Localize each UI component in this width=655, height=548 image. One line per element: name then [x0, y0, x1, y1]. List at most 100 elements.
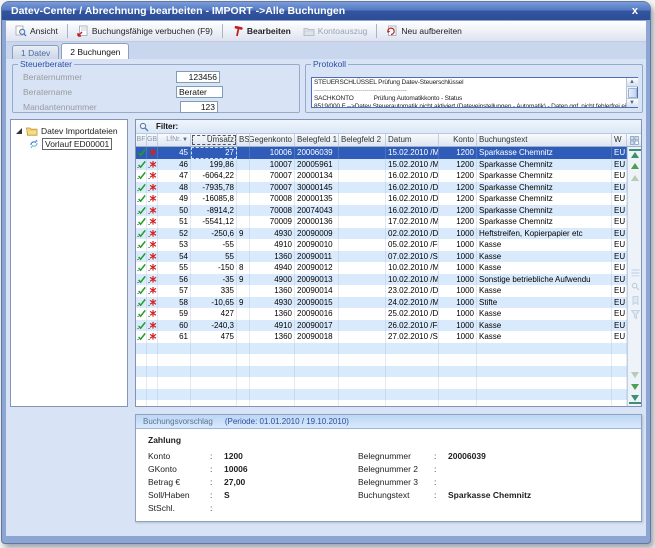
scroll-to-top-icon[interactable]	[629, 149, 641, 159]
cell-datum[interactable]: 24.02.2010 /Mi	[386, 297, 439, 309]
cell-belegfeld1[interactable]: 30000145	[295, 182, 339, 194]
cell-umsatz[interactable]: -150	[191, 262, 237, 274]
table-row[interactable]: 53-5549102009001005.02.2010 /Fr1000Kasse…	[136, 239, 627, 251]
cell-konto[interactable]: 1000	[439, 239, 477, 251]
cell-belegfeld1[interactable]: 20005961	[295, 159, 339, 171]
expander-icon[interactable]	[15, 127, 23, 135]
cell-lfnr[interactable]: 56	[158, 274, 191, 286]
cell-belegfeld1[interactable]: 20090009	[295, 228, 339, 240]
table-row[interactable]: 6147513602009001827.02.2010 /Sa1000Kasse…	[136, 331, 627, 343]
cell-bs[interactable]	[237, 239, 250, 251]
cell-belegfeld2[interactable]	[339, 193, 386, 205]
scroll-prev-page-icon[interactable]	[629, 173, 641, 183]
cell-konto[interactable]: 1000	[439, 251, 477, 263]
cell-gb[interactable]	[147, 331, 158, 343]
cell-bf[interactable]	[136, 274, 147, 286]
cell-umsatz[interactable]: -8914,2	[191, 205, 237, 217]
cell-lfnr[interactable]: 61	[158, 331, 191, 343]
cell-konto[interactable]: 1200	[439, 216, 477, 228]
scroll-up-arrow-icon[interactable]: ▲	[627, 78, 638, 87]
cell-umsatz[interactable]: -7935,78	[191, 182, 237, 194]
cell-gegenkonto[interactable]: 70008	[250, 193, 295, 205]
cell-buchungstext[interactable]: Kasse	[477, 251, 612, 263]
cell-lfnr[interactable]: 54	[158, 251, 191, 263]
cell-gb[interactable]	[147, 320, 158, 332]
cell-w[interactable]: EU	[612, 216, 627, 228]
cell-umsatz[interactable]: 55	[191, 251, 237, 263]
cell-belegfeld1[interactable]: 20090014	[295, 285, 339, 297]
beratername-field[interactable]	[176, 86, 223, 98]
cell-datum[interactable]: 15.02.2010 /Mo	[386, 147, 439, 159]
cell-bs[interactable]: 9	[237, 297, 250, 309]
cell-belegfeld2[interactable]	[339, 331, 386, 343]
column-header-bs[interactable]: BS	[237, 134, 250, 146]
cell-lfnr[interactable]: 51	[158, 216, 191, 228]
strip-search-icon[interactable]	[629, 281, 641, 291]
layout-list-icon[interactable]	[629, 267, 641, 277]
cell-belegfeld1[interactable]: 20000135	[295, 193, 339, 205]
cell-datum[interactable]: 15.02.2010 /Mo	[386, 159, 439, 171]
cell-w[interactable]: EU	[612, 274, 627, 286]
cell-belegfeld1[interactable]: 20006039	[295, 147, 339, 159]
cell-gegenkonto[interactable]: 1360	[250, 308, 295, 320]
cell-datum[interactable]: 05.02.2010 /Fr	[386, 239, 439, 251]
cell-buchungstext[interactable]: Sparkasse Chemnitz	[477, 170, 612, 182]
cell-datum[interactable]: 16.02.2010 /Di	[386, 193, 439, 205]
cell-lfnr[interactable]: 53	[158, 239, 191, 251]
scroll-next-page-icon[interactable]	[629, 370, 641, 380]
cell-bf[interactable]	[136, 182, 147, 194]
cell-datum[interactable]: 02.02.2010 /Di	[386, 228, 439, 240]
cell-konto[interactable]: 1000	[439, 262, 477, 274]
column-header-belegfeld1[interactable]: Belegfeld 1	[295, 134, 339, 146]
cell-buchungstext[interactable]: Sparkasse Chemnitz	[477, 159, 612, 171]
cell-datum[interactable]: 16.02.2010 /Di	[386, 205, 439, 217]
cell-konto[interactable]: 1000	[439, 320, 477, 332]
cell-gegenkonto[interactable]: 70007	[250, 170, 295, 182]
cell-lfnr[interactable]: 48	[158, 182, 191, 194]
cell-bs[interactable]	[237, 285, 250, 297]
cell-bf[interactable]	[136, 251, 147, 263]
cell-bs[interactable]: 9	[237, 228, 250, 240]
cell-w[interactable]: EU	[612, 228, 627, 240]
table-row[interactable]: 48-7935,78700073000014516.02.2010 /Di120…	[136, 182, 627, 194]
table-row[interactable]: 52-250,6949302009000902.02.2010 /Di1000H…	[136, 228, 627, 240]
cell-belegfeld2[interactable]	[339, 147, 386, 159]
cell-buchungstext[interactable]: Sparkasse Chemnitz	[477, 147, 612, 159]
cell-gb[interactable]	[147, 216, 158, 228]
cell-belegfeld1[interactable]: 20090011	[295, 251, 339, 263]
cell-umsatz[interactable]: -55	[191, 239, 237, 251]
cell-bf[interactable]	[136, 331, 147, 343]
cell-buchungstext[interactable]: Kasse	[477, 331, 612, 343]
cell-bs[interactable]: 9	[237, 274, 250, 286]
cell-umsatz[interactable]: -35	[191, 274, 237, 286]
scrollbar-thumb[interactable]	[628, 88, 637, 98]
filter-search-icon[interactable]	[139, 122, 149, 132]
cell-gegenkonto[interactable]: 4910	[250, 320, 295, 332]
cell-lfnr[interactable]: 60	[158, 320, 191, 332]
cell-belegfeld2[interactable]	[339, 274, 386, 286]
cell-datum[interactable]: 10.02.2010 /Mi	[386, 274, 439, 286]
cell-bf[interactable]	[136, 297, 147, 309]
cell-gb[interactable]	[147, 308, 158, 320]
cell-datum[interactable]: 10.02.2010 /Mi	[386, 262, 439, 274]
scroll-down-icon[interactable]	[629, 382, 641, 392]
cell-gegenkonto[interactable]: 1360	[250, 331, 295, 343]
cell-gegenkonto[interactable]: 4940	[250, 262, 295, 274]
tab-buchungen[interactable]: 2 Buchungen	[61, 43, 129, 59]
cell-konto[interactable]: 1000	[439, 228, 477, 240]
neu-aufbereiten-button[interactable]: Neu aufbereiten	[380, 22, 468, 40]
column-header-bf[interactable]: BF	[136, 134, 147, 146]
cell-bs[interactable]	[237, 216, 250, 228]
ansicht-button[interactable]: Ansicht	[9, 22, 64, 40]
cell-gegenkonto[interactable]: 4930	[250, 228, 295, 240]
cell-belegfeld2[interactable]	[339, 159, 386, 171]
cell-belegfeld1[interactable]: 20090016	[295, 308, 339, 320]
cell-gb[interactable]	[147, 297, 158, 309]
column-header-belegfeld2[interactable]: Belegfeld 2	[339, 134, 386, 146]
cell-umsatz[interactable]: 27	[191, 147, 237, 159]
cell-belegfeld2[interactable]	[339, 216, 386, 228]
table-row[interactable]: 49-16085,8700082000013516.02.2010 /Di120…	[136, 193, 627, 205]
cell-gb[interactable]	[147, 205, 158, 217]
cell-w[interactable]: EU	[612, 159, 627, 171]
cell-gb[interactable]	[147, 239, 158, 251]
